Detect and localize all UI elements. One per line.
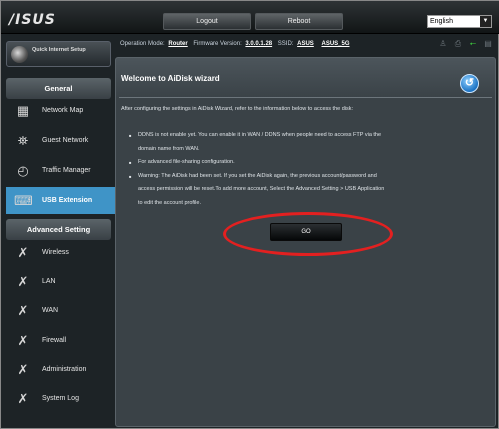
- top-bar: /ISUS Logout Reboot English ▼: [1, 1, 499, 34]
- ssid-label: SSID:: [277, 41, 294, 47]
- list-item: to edit the account profile.: [138, 199, 201, 206]
- sidebar-item-label: Administration: [42, 366, 87, 373]
- chevron-down-icon: ▼: [480, 16, 491, 27]
- sidebar-item-guest-network[interactable]: ⛯ Guest Network: [6, 127, 111, 154]
- sidebar-item-lan[interactable]: ✗ LAN: [6, 268, 111, 295]
- sidebar-item-wireless[interactable]: ✗ Wireless: [6, 239, 111, 266]
- sidebar-item-label: Wireless: [42, 249, 69, 256]
- sidebar-item-label: LAN: [42, 278, 56, 285]
- sidebar-item-usb-extension[interactable]: ⌨ USB Extension: [6, 187, 122, 214]
- ssid-link-2g[interactable]: ASUS: [297, 41, 314, 47]
- page-title: Welcome to AiDisk wizard: [121, 74, 220, 83]
- aidisk-wizard-panel: Welcome to AiDisk wizard ↺ After configu…: [115, 57, 496, 427]
- intro-text: After configuring the settings in AiDisk…: [121, 106, 354, 112]
- firmware-label: Firmware Version:: [193, 41, 242, 47]
- quick-setup-label: Quick Internet Setup: [32, 47, 86, 53]
- user-icon[interactable]: ♙: [438, 39, 448, 48]
- wrench-icon: ✗: [17, 245, 29, 260]
- general-menu-header: General: [6, 78, 111, 99]
- traffic-manager-icon: ◴: [17, 163, 29, 178]
- list-item: For advanced file-sharing configuration.: [129, 156, 479, 170]
- clipboard-icon[interactable]: ▤: [483, 39, 493, 48]
- info-list: DDNS is not enable yet. You can enable i…: [129, 129, 479, 210]
- quick-internet-setup-button[interactable]: Quick Internet Setup: [6, 41, 111, 67]
- sidebar-item-label: USB Extension: [42, 197, 93, 204]
- go-button[interactable]: GO: [270, 223, 342, 241]
- list-item: DDNS is not enable yet. You can enable i…: [129, 129, 479, 143]
- sidebar-item-label: System Log: [42, 395, 79, 402]
- sidebar-item-network-map[interactable]: ▦ Network Map: [6, 97, 111, 124]
- wrench-icon: ✗: [17, 274, 29, 289]
- list-item: Warning: The AiDisk had been set. If you…: [129, 170, 479, 184]
- wrench-icon: ✗: [17, 303, 29, 318]
- sidebar-item-label: Firewall: [42, 337, 67, 344]
- printer-icon[interactable]: ⎙: [453, 39, 463, 48]
- language-value: English: [430, 18, 453, 25]
- operation-mode-label: Operation Mode:: [120, 41, 165, 47]
- quick-setup-icon: [11, 46, 28, 63]
- sidebar-item-traffic-manager[interactable]: ◴ Traffic Manager: [6, 157, 111, 184]
- asus-logo: /ISUS: [9, 12, 56, 28]
- sidebar-item-label: WAN: [42, 307, 59, 314]
- firmware-link[interactable]: 3.0.0.1.28: [245, 41, 272, 47]
- sidebar-item-firewall[interactable]: ✗ Firewall: [6, 327, 111, 354]
- sidebar-item-label: Network Map: [42, 107, 84, 114]
- list-item: access permission will be reset.To add m…: [138, 186, 385, 192]
- network-map-icon: ▦: [16, 103, 30, 118]
- usb-extension-icon: ⌨: [14, 193, 33, 208]
- advanced-setting-header: Advanced Setting: [6, 219, 111, 240]
- sidebar-item-system-log[interactable]: ✗ System Log: [6, 385, 111, 412]
- list-item: domain name from WAN.: [138, 145, 200, 152]
- language-select[interactable]: English ▼: [427, 15, 492, 28]
- sidebar-item-administration[interactable]: ✗ Administration: [6, 356, 111, 383]
- sidebar-item-label: Traffic Manager: [42, 167, 91, 174]
- reboot-button[interactable]: Reboot: [255, 13, 343, 30]
- sidebar-item-label: Guest Network: [42, 137, 89, 144]
- title-divider: [119, 97, 492, 98]
- operation-mode-link[interactable]: Router: [168, 41, 187, 47]
- ssid-link-5g[interactable]: ASUS_5G: [321, 41, 349, 47]
- guest-network-icon: ⛯: [17, 133, 29, 148]
- back-icon[interactable]: ↺: [460, 74, 479, 93]
- wrench-icon: ✗: [17, 333, 29, 348]
- router-admin-window: /ISUS Logout Reboot English ▼ Operation …: [0, 0, 499, 429]
- sidebar-item-wan[interactable]: ✗ WAN: [6, 297, 111, 324]
- wrench-icon: ✗: [17, 391, 29, 406]
- logout-button[interactable]: Logout: [163, 13, 251, 30]
- usb-icon[interactable]: ⭠: [468, 39, 478, 48]
- wrench-icon: ✗: [17, 362, 29, 377]
